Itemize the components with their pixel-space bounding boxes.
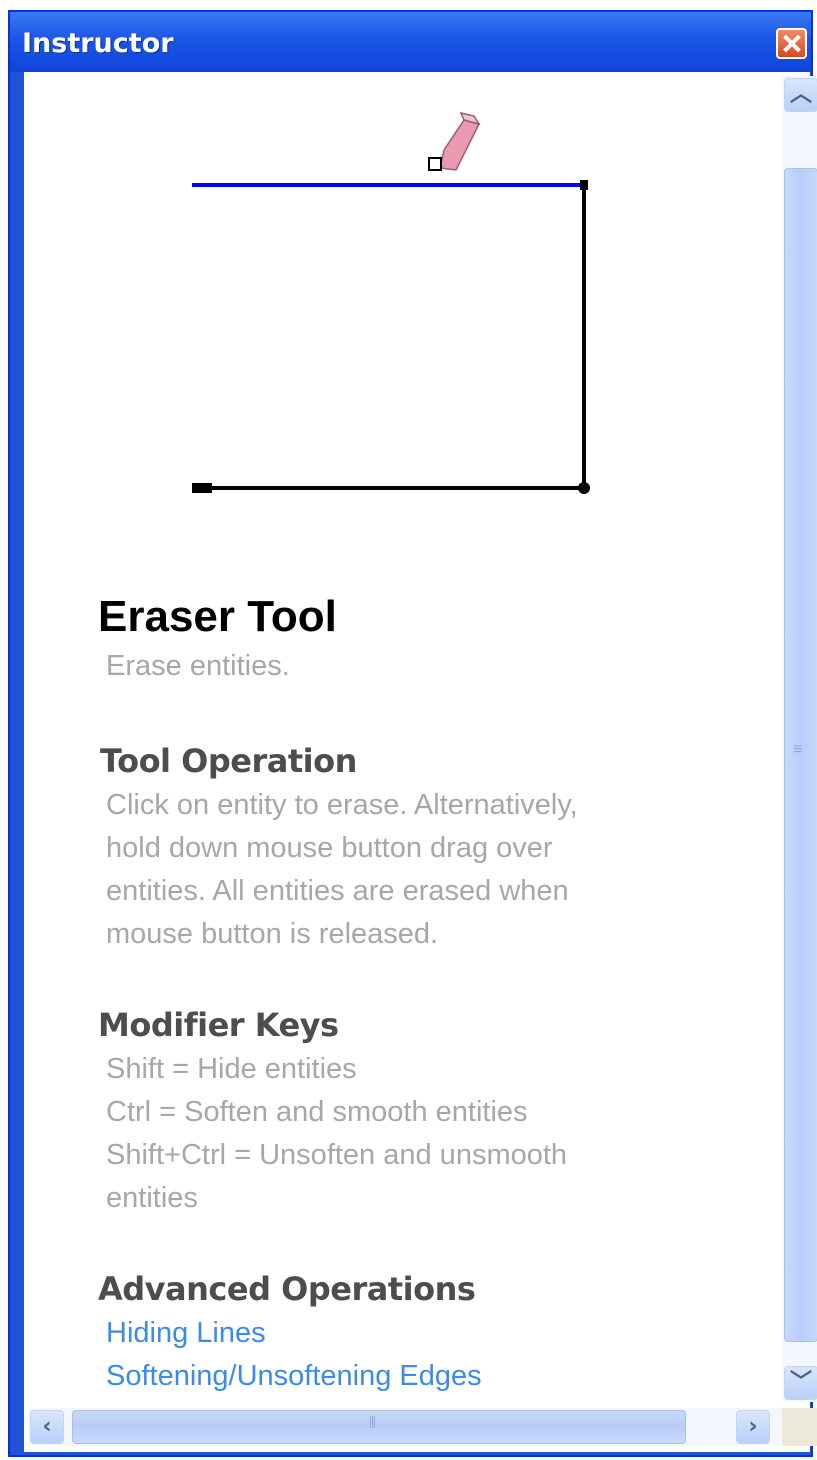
close-icon[interactable] [776,28,807,59]
eraser-icon [428,111,481,171]
operation-line: Click on entity to erase. Alternatively, [106,789,578,821]
endpoint-marker [578,482,590,494]
instructor-window: Instructor Eraser Tool Erase entities. T… [8,10,817,1457]
link-hiding-lines[interactable]: Hiding Lines [106,1312,726,1355]
vertical-scroll-thumb[interactable]: ≡ [784,168,817,1342]
tool-description: Erase entities. [106,650,290,682]
section-heading-advanced: Advanced Operations [98,1270,476,1308]
horizontal-scroll-thumb[interactable]: ⦀ [72,1410,686,1444]
horizontal-scrollbar[interactable]: ‹ ⦀ › [28,1408,782,1446]
tool-name: Eraser Tool [98,592,337,641]
grip-icon: ≡ [793,741,803,758]
endpoint-marker [192,483,212,493]
grip-icon: ⦀ [369,1415,377,1432]
arrow-down-icon[interactable]: ﹀ [784,1366,817,1400]
endpoint-marker [580,180,588,190]
arrow-right-icon[interactable]: › [736,1410,770,1444]
instructor-content-pane: Eraser Tool Erase entities. Tool Operati… [24,72,817,1452]
window-title: Instructor [22,28,174,59]
content-area: Eraser Tool Erase entities. Tool Operati… [24,72,774,1402]
title-bar[interactable]: Instructor [10,12,811,72]
operation-line: entities. All entities are erased when [106,875,569,907]
operation-line: hold down mouse button drag over [106,832,553,864]
advanced-links: Hiding Lines Softening/Unsoftening Edges [106,1312,726,1398]
modifier-keys-text: Shift = Hide entities Ctrl = Soften and … [106,1048,726,1220]
eraser-animation [192,111,590,494]
modifier-line: Shift = Hide entities [106,1053,357,1085]
operation-text: Click on entity to erase. Alternatively,… [106,784,726,956]
vertical-scrollbar[interactable]: ︿ ≡ ﹀ [782,76,817,1402]
modifier-line: Ctrl = Soften and smooth entities [106,1096,528,1128]
operation-line: mouse button is released. [106,918,439,950]
scrollbar-corner [782,1408,817,1446]
arrow-up-icon[interactable]: ︿ [784,78,817,112]
modifier-line: entities [106,1182,198,1214]
link-softening-edges[interactable]: Softening/Unsoftening Edges [106,1355,726,1398]
section-heading-operation: Tool Operation [100,742,357,780]
modifier-line: Shift+Ctrl = Unsoften and unsmooth [106,1139,568,1171]
arrow-left-icon[interactable]: ‹ [30,1410,64,1444]
section-heading-modifiers: Modifier Keys [98,1006,339,1044]
